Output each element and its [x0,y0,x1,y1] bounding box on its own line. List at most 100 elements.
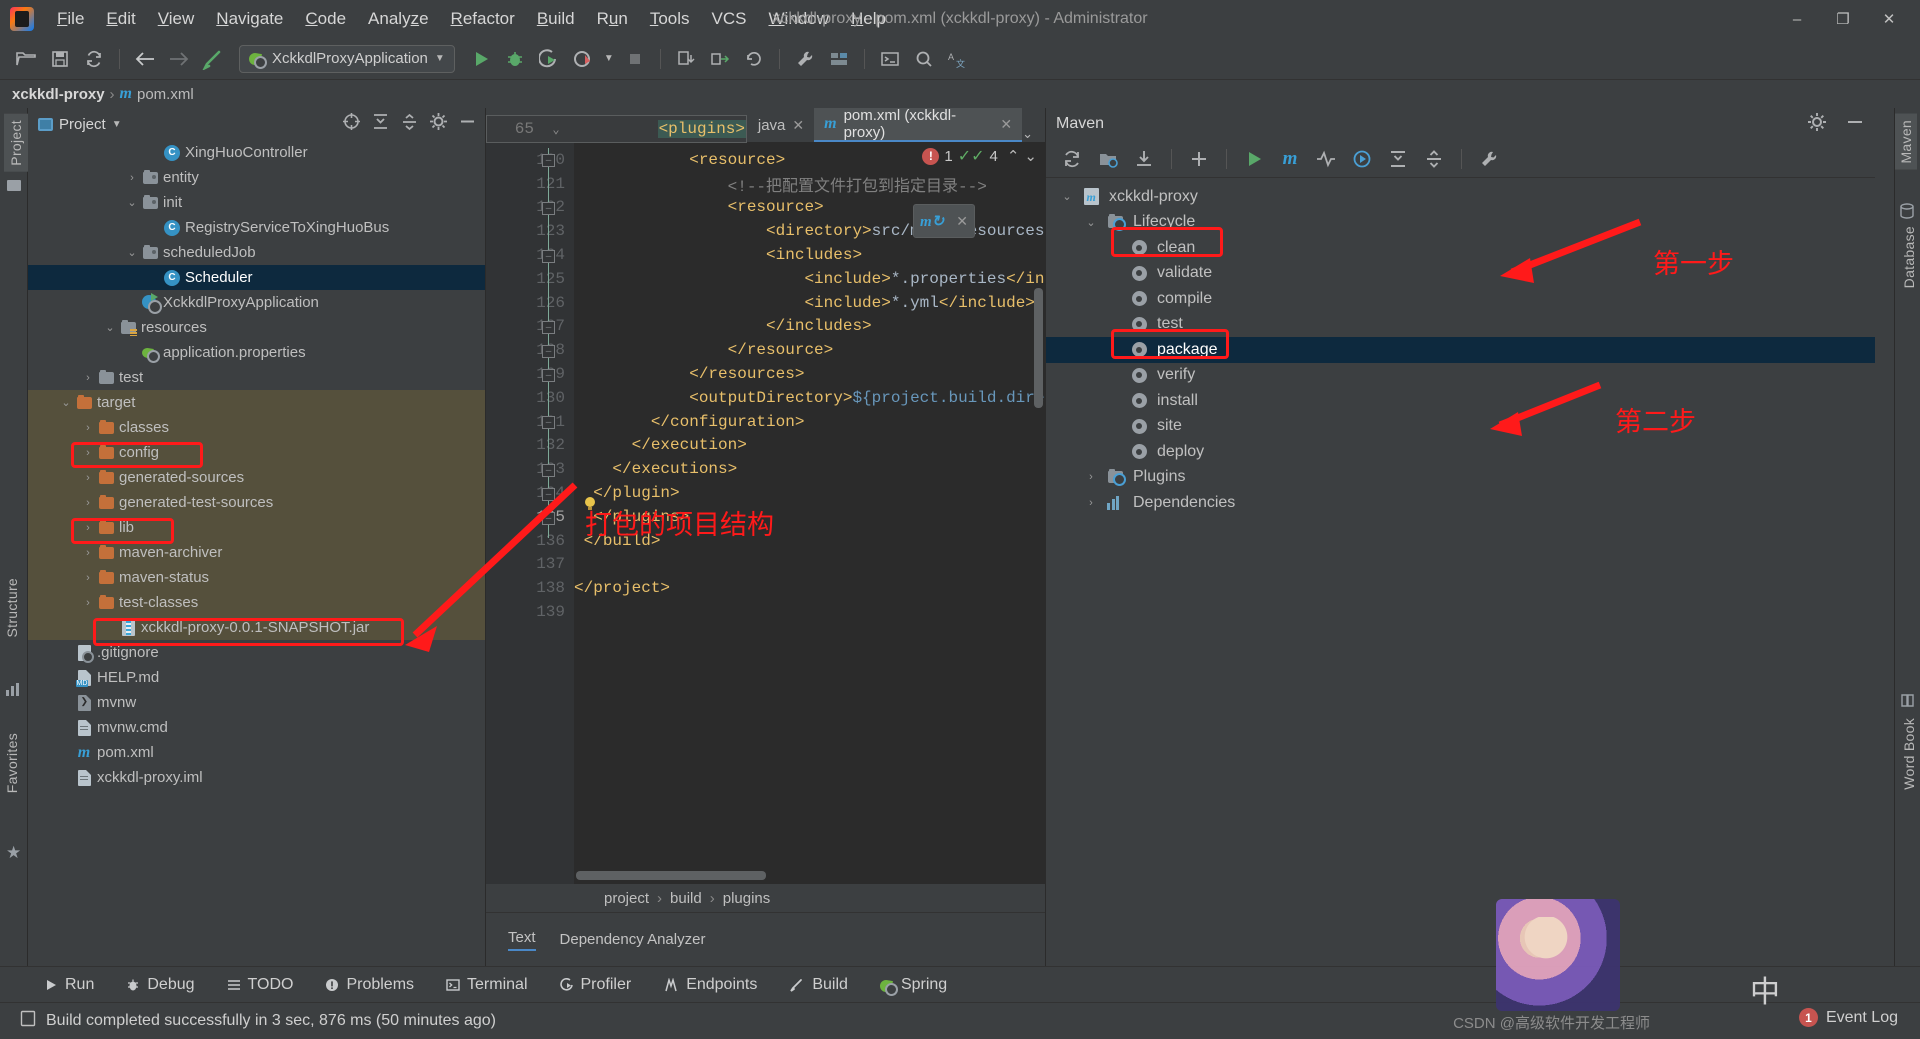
prev-problem-icon[interactable]: ⌃ [1007,147,1020,165]
maven-tree-item-lifecycle[interactable]: ⌄ Lifecycle [1046,210,1875,236]
editor-breadcrumb-plugins[interactable]: plugins [723,890,771,907]
tree-item-registryservicetoxinghuobus[interactable]: C RegistryServiceToXingHuoBus [28,215,485,240]
code-line[interactable]: </resources> [574,362,1045,386]
tree-item-pom-xml[interactable]: m pom.xml [28,740,485,765]
code-line[interactable]: <includes> [574,243,1045,267]
settings-wrench-icon[interactable] [1473,144,1505,174]
code-line[interactable]: </plugin> [574,481,1045,505]
settings-wrench-icon[interactable] [789,44,821,74]
bottom-tab-build[interactable]: Build [773,967,864,1003]
run-configuration-selector[interactable]: XckkdlProxyApplication ▼ [239,44,455,73]
bottom-tab-endpoints[interactable]: Endpoints [647,967,773,1003]
menu-analyze[interactable]: Analyze [357,6,440,32]
menu-tools[interactable]: Tools [639,6,701,32]
refresh-icon[interactable] [1056,144,1088,174]
code-content[interactable]: <resource> <!--把配置文件打包到指定目录--> <resource… [574,142,1045,966]
tree-item-mvnw-cmd[interactable]: mvnw.cmd [28,715,485,740]
debug-button[interactable] [499,44,531,74]
bottom-tab-todo[interactable]: TODO [211,967,310,1003]
code-line[interactable]: </configuration> [574,410,1045,434]
tree-item-application-properties[interactable]: application.properties [28,340,485,365]
chevron-right-icon[interactable]: › [124,172,140,184]
profiler-dropdown-icon[interactable]: ▼ [601,44,617,74]
add-maven-project-icon[interactable] [1092,144,1124,174]
close-button[interactable]: ✕ [1866,0,1912,38]
execute-maven-goal-icon[interactable] [1346,144,1378,174]
maven-tree-item-install[interactable]: install [1046,388,1875,414]
chevron-right-icon[interactable]: › [80,572,96,584]
gear-icon[interactable] [429,112,448,136]
toggle-skip-tests-icon[interactable] [1310,144,1342,174]
maven-tree-item-dependencies[interactable]: › Dependencies [1046,490,1875,516]
fold-marker-icon[interactable]: – [542,464,555,477]
editor-breadcrumb-build[interactable]: build [670,890,702,907]
folder-strip-icon[interactable] [7,180,21,191]
chevron-down-icon[interactable]: ▼ [435,53,445,64]
chevron-down-icon[interactable]: ⌄ [102,321,118,334]
translate-icon[interactable]: A文 [942,44,974,74]
bottom-tab-profiler[interactable]: Profiler [544,967,648,1003]
code-line[interactable] [574,600,1045,624]
tree-item-entity[interactable]: › entity [28,165,485,190]
tree-item-help-md[interactable]: HELP.md [28,665,485,690]
structure-icon[interactable] [6,683,21,696]
database-icon[interactable] [1899,203,1915,219]
close-icon[interactable]: ✕ [1000,116,1012,133]
tree-item-test[interactable]: › test [28,365,485,390]
sidebar-tab-favorites[interactable]: Favorites [4,733,20,793]
run-button[interactable] [465,44,497,74]
project-structure-icon[interactable] [823,44,855,74]
close-icon[interactable]: ✕ [792,117,804,134]
chevron-right-icon[interactable]: › [1078,471,1104,483]
next-problem-icon[interactable]: ⌄ [1024,147,1037,165]
menu-file[interactable]: File [46,6,95,32]
tree-item-classes[interactable]: › classes [28,415,485,440]
tree-item-target[interactable]: ⌄ target [28,390,485,415]
maven-tree[interactable]: ⌄ xckkdl-proxy ⌄ Lifecycle clean validate comp… [1046,178,1875,516]
fold-marker-icon[interactable]: – [542,488,555,501]
maven-reload-icon[interactable]: m↻ [920,212,944,231]
book-icon[interactable] [1900,693,1915,708]
menu-vcs[interactable]: VCS [701,6,758,32]
sidebar-tab-structure[interactable]: Structure [4,578,20,638]
chevron-down-icon[interactable]: ⌄ [124,196,140,209]
save-all-icon[interactable] [44,44,76,74]
maven-tree-item-test[interactable]: test [1046,312,1875,338]
terminal-toolbar-icon[interactable] [874,44,906,74]
project-view-chevron-icon[interactable]: ▼ [112,119,122,130]
maven-tree-item-verify[interactable]: verify [1046,363,1875,389]
bottom-tab-terminal[interactable]: Terminal [430,967,543,1003]
maven-tree-item-xckkdl-proxy[interactable]: ⌄ xckkdl-proxy [1046,184,1875,210]
code-line[interactable]: </execution> [574,434,1045,458]
search-everywhere-icon[interactable] [908,44,940,74]
editor-scrollbar-thumb[interactable] [1034,288,1043,408]
rollback-icon[interactable] [738,44,770,74]
fold-marker-icon[interactable]: – [542,250,555,263]
chevron-down-icon[interactable]: ⌄ [1054,190,1080,203]
plus-icon[interactable] [1183,144,1215,174]
tree-item-xckkdlproxyapplication[interactable]: XckkdlProxyApplication [28,290,485,315]
maven-tree-item-validate[interactable]: validate [1046,261,1875,287]
tab-text[interactable]: Text [508,929,536,951]
sidebar-tab-word-book[interactable]: Word Book [1901,718,1917,790]
tree-item-resources[interactable]: ⌄ resources [28,315,485,340]
expand-all-icon[interactable] [1382,144,1414,174]
tree-item-xckkdl-proxy-iml[interactable]: xckkdl-proxy.iml [28,765,485,790]
chevron-right-icon[interactable]: › [1078,497,1104,509]
star-icon[interactable]: ★ [6,843,21,863]
maven-reimport-popup[interactable]: m↻ ✕ [913,204,975,238]
forward-arrow-icon[interactable] [163,44,195,74]
editor-hscrollbar-thumb[interactable] [576,871,766,880]
tree-item-generated-test-sources[interactable]: › generated-test-sources [28,490,485,515]
menu-run[interactable]: Run [586,6,639,32]
bottom-tab-problems[interactable]: Problems [309,967,430,1003]
bottom-tab-run[interactable]: Run [28,967,110,1003]
inspection-widget[interactable]: ! 1 ✓✓ 4 ⌃ ⌄ [922,146,1037,166]
update-project-icon[interactable] [670,44,702,74]
fold-marker-icon[interactable]: – [542,154,555,167]
chevron-down-icon[interactable]: ⌄ [1078,216,1104,229]
sidebar-tab-maven[interactable]: Maven [1895,114,1917,170]
maximize-button[interactable]: ❐ [1820,0,1866,38]
hide-panel-icon[interactable] [1845,112,1865,137]
tab-dependency-analyzer[interactable]: Dependency Analyzer [560,931,706,948]
